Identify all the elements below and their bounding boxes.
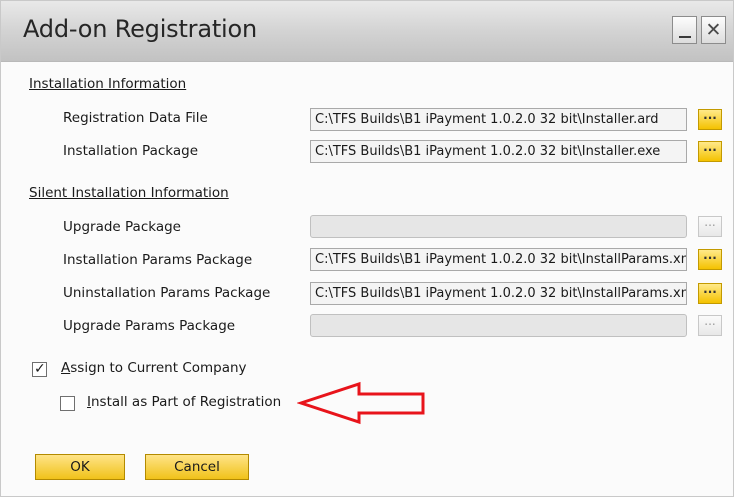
installation-params-package-browse-button[interactable]: ... bbox=[698, 249, 722, 270]
assign-to-current-company-checkbox[interactable]: ✓ bbox=[32, 361, 47, 377]
uninstallation-params-package-label: Uninstallation Params Package bbox=[63, 285, 271, 301]
checkmark-icon: ✓ bbox=[34, 361, 46, 377]
add-on-registration-window: Add-on Registration ✕ Installation Infor… bbox=[0, 0, 734, 497]
install-as-part-of-registration-checkbox[interactable] bbox=[60, 396, 75, 411]
close-icon: ✕ bbox=[705, 19, 722, 41]
assign-to-current-company-label[interactable]: Assign to Current Company bbox=[61, 360, 247, 376]
upgrade-params-package-browse-button[interactable]: ... bbox=[698, 315, 722, 336]
installation-information-heading: Installation Information bbox=[29, 76, 187, 92]
installation-package-field[interactable]: C:\TFS Builds\B1 iPayment 1.0.2.0 32 bit… bbox=[310, 140, 687, 163]
close-button[interactable]: ✕ bbox=[701, 16, 726, 44]
installation-params-package-field[interactable]: C:\TFS Builds\B1 iPayment 1.0.2.0 32 bit… bbox=[310, 248, 687, 271]
upgrade-package-browse-button[interactable]: ... bbox=[698, 216, 722, 237]
cancel-button[interactable]: Cancel bbox=[145, 454, 249, 480]
upgrade-package-field[interactable] bbox=[310, 215, 687, 238]
installation-params-package-label: Installation Params Package bbox=[63, 252, 253, 268]
install-as-part-of-registration-label[interactable]: Install as Part of Registration bbox=[87, 394, 281, 410]
red-arrow-annotation-icon bbox=[297, 381, 425, 425]
uninstallation-params-package-browse-button[interactable]: ... bbox=[698, 283, 722, 304]
installation-package-browse-button[interactable]: ... bbox=[698, 141, 722, 162]
upgrade-package-label: Upgrade Package bbox=[63, 219, 181, 235]
silent-installation-information-heading: Silent Installation Information bbox=[29, 185, 229, 201]
title-bar[interactable]: Add-on Registration ✕ bbox=[1, 1, 733, 62]
uninstallation-params-package-field[interactable]: C:\TFS Builds\B1 iPayment 1.0.2.0 32 bit… bbox=[310, 282, 687, 305]
minimize-button[interactable] bbox=[672, 16, 697, 44]
minimize-icon bbox=[679, 36, 691, 38]
registration-data-file-browse-button[interactable]: ... bbox=[698, 109, 722, 130]
upgrade-params-package-field[interactable] bbox=[310, 314, 687, 337]
ok-button[interactable]: OK bbox=[35, 454, 125, 480]
upgrade-params-package-label: Upgrade Params Package bbox=[63, 318, 236, 334]
registration-data-file-label: Registration Data File bbox=[63, 110, 208, 126]
registration-data-file-field[interactable]: C:\TFS Builds\B1 iPayment 1.0.2.0 32 bit… bbox=[310, 108, 687, 131]
installation-package-label: Installation Package bbox=[63, 143, 199, 159]
window-title: Add-on Registration bbox=[23, 15, 258, 43]
